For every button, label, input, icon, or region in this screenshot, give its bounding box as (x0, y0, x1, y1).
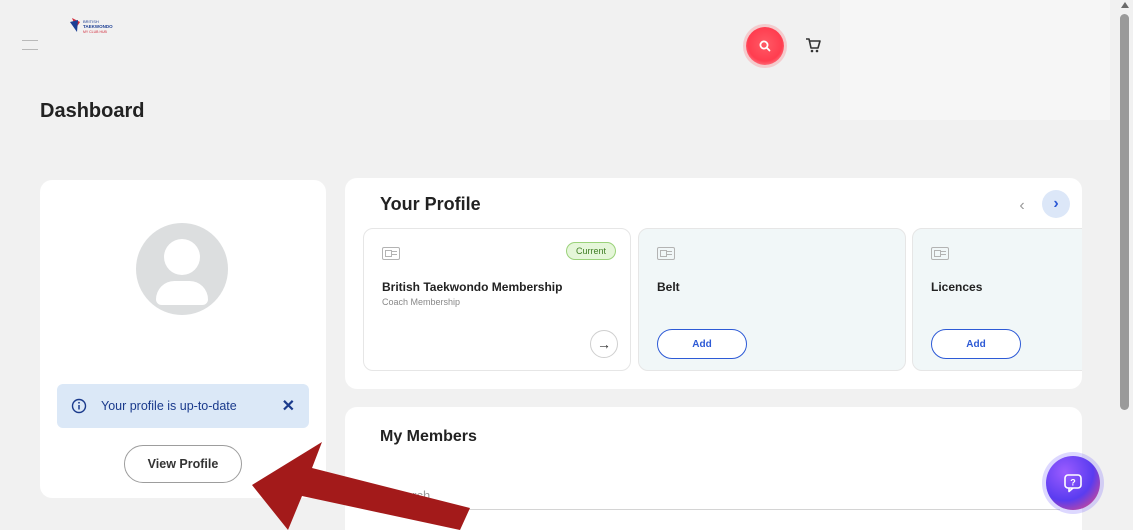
your-profile-title: Your Profile (380, 194, 481, 214)
help-button[interactable]: ? (1046, 456, 1100, 510)
view-profile-button[interactable]: View Profile (124, 445, 242, 483)
add-licence-button[interactable]: Add (931, 329, 1021, 359)
cart-button[interactable] (803, 35, 823, 55)
hamburger-icon[interactable] (22, 40, 38, 50)
my-members-title: My Members (380, 428, 477, 445)
page-title: Dashboard (40, 100, 145, 122)
avatar-body (156, 281, 208, 305)
search-button[interactable] (746, 27, 784, 65)
members-search-input[interactable]: Search (367, 482, 1060, 510)
profile-status-banner: Your profile is up-to-date ✕ (57, 384, 309, 428)
your-profile-card: Your Profile ‹ › Current British Taekwon… (345, 178, 1082, 389)
profile-tile-membership[interactable]: Current British Taekwondo Membership Coa… (363, 228, 631, 371)
search-icon (759, 40, 771, 52)
chevron-left-icon[interactable]: ‹ (1011, 195, 1033, 217)
scroll-up-arrow-icon[interactable] (1121, 2, 1129, 8)
logo-line-2: TAEKWONDO (83, 24, 113, 29)
logo-image: BRITISH TAEKWONDO MY CLUB HUB (70, 18, 113, 34)
id-card-icon (931, 247, 949, 260)
svg-text:?: ? (1070, 478, 1076, 488)
close-icon[interactable]: ✕ (282, 396, 295, 416)
profile-card: Your profile is up-to-date ✕ View Profil… (40, 180, 326, 498)
tile-subtitle: Coach Membership (382, 297, 461, 307)
header-panel (840, 0, 1110, 120)
info-icon (71, 398, 87, 414)
vertical-scrollbar[interactable] (1117, 0, 1133, 530)
chevron-right-icon[interactable]: › (1042, 190, 1070, 218)
profile-tile-licences[interactable]: Licences Add (912, 228, 1082, 371)
help-chat-icon: ? (1064, 474, 1082, 493)
avatar (136, 223, 228, 315)
tile-title: Licences (931, 280, 983, 294)
id-card-icon (382, 247, 400, 260)
avatar-head (164, 239, 200, 275)
cart-icon (806, 38, 821, 53)
profile-status-text: Your profile is up-to-date (101, 399, 237, 413)
arrow-right-icon[interactable]: → (590, 330, 618, 358)
my-members-card: My Members Search (345, 407, 1082, 530)
scroll-thumb[interactable] (1120, 14, 1129, 410)
profile-tile-belt[interactable]: Belt Add (638, 228, 906, 371)
status-badge: Current (566, 242, 617, 260)
id-card-icon (657, 247, 675, 260)
search-placeholder: Search (389, 488, 431, 503)
tile-title: British Taekwondo Membership (382, 280, 563, 294)
logo-line-3: MY CLUB HUB (83, 30, 108, 34)
search-icon (368, 489, 381, 502)
logo[interactable]: BRITISH TAEKWONDO MY CLUB HUB (68, 16, 128, 42)
tile-title: Belt (657, 280, 680, 294)
add-belt-button[interactable]: Add (657, 329, 747, 359)
